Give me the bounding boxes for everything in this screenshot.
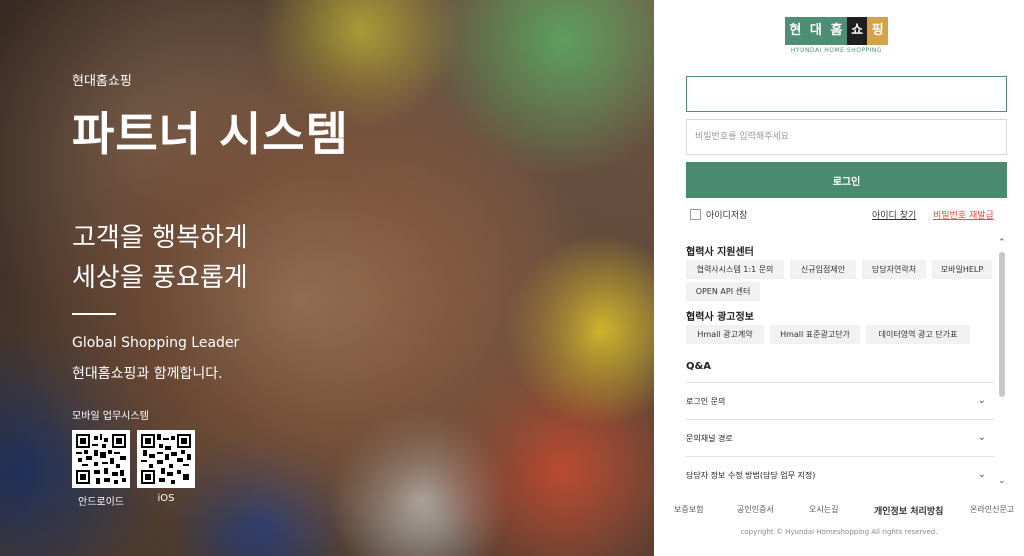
hero-background: 현대홈쇼핑 파트너 시스템 고객을 행복하게 세상을 풍요롭게 Global S… [0,0,654,556]
slogan-line-1: 고객을 행복하게 [72,223,248,253]
faq-label: 로그인 문의 [686,397,726,406]
faq-item[interactable]: 로그인 문의 ⌄ [686,382,994,419]
logo-char-4: 쇼 [846,17,868,45]
slogan: 고객을 행복하게 세상을 풍요롭게 [72,218,248,298]
id-input[interactable] [686,76,1007,112]
copyright: copyright © Hyundai Homeshopping All rig… [740,528,938,536]
login-panel: 현 대 홈 쇼 핑 HYUNDAI HOME SHOPPING 로그인 아이디저… [654,0,1024,556]
mobile-system-label: 모바일 업무시스템 [72,411,149,422]
brand-subtitle: 현대홈쇼핑 [72,74,132,89]
hero-divider [72,313,116,315]
page-title: 파트너 시스템 [72,107,349,161]
checkbox-box[interactable] [690,209,701,220]
together-text: 현대홈쇼핑과 함께합니다. [72,366,223,382]
scrollbar-thumb[interactable] [999,252,1005,397]
chevron-down-icon: ⌄ [977,395,986,406]
password-input[interactable] [686,119,1007,155]
logo-char-2: 대 [805,17,827,45]
find-id-link[interactable]: 아이디 찾기 [872,208,916,221]
chevron-down-icon: ⌄ [977,469,986,480]
footer-link-certificate[interactable]: 공인인증서 [737,504,774,515]
chip-mobile-help[interactable]: 모바일HELP [932,260,992,279]
logo-subtitle: HYUNDAI HOME SHOPPING [790,47,883,54]
faq-label: 문의채널 경로 [686,434,733,443]
help-scroll-area[interactable]: 협력사 지원센터 협력사시스템 1:1 문의 신규입점제안 담당자연락처 모바일… [686,236,1008,488]
qr-ios-icon [141,434,191,484]
chip-data-area-ad-rate[interactable]: 데이터영역 광고 단가표 [866,325,970,344]
logo-char-1: 현 [785,17,806,45]
qa-title: Q&A [686,361,711,372]
chip-hmall-ad-rate[interactable]: Hmall 표준광고단가 [770,325,860,344]
qr-ios-label: iOS [157,493,175,504]
leader-text: Global Shopping Leader [72,335,240,351]
qr-code-android[interactable] [72,430,130,488]
vertical-scrollbar[interactable]: ⌃ ⌄ [998,238,1006,490]
save-id-checkbox[interactable]: 아이디저장 [690,208,747,221]
chevron-up-icon[interactable]: ⌃ [998,238,1006,248]
footer-link-surety-insurance[interactable]: 보증보험 [674,504,703,515]
chip-new-entry-proposal[interactable]: 신규입점제안 [790,260,856,279]
qr-code-ios[interactable] [137,430,195,488]
chip-1on1-inquiry[interactable]: 협력사시스템 1:1 문의 [686,260,784,279]
footer-link-directions[interactable]: 오시는길 [809,504,838,515]
logo-char-3: 홈 [826,17,847,45]
support-center-title: 협력사 지원센터 [686,247,754,258]
faq-label: 담당자 정보 수정 방법(담당 업무 지정) [686,471,816,480]
chip-contact-list[interactable]: 담당자연락처 [862,260,926,279]
chevron-down-icon: ⌄ [977,432,986,443]
faq-item[interactable]: 담당자 정보 수정 방법(담당 업무 지정) ⌄ [686,456,994,488]
chip-open-api[interactable]: OPEN API 센터 [686,282,760,301]
logo-char-5: 핑 [867,17,888,45]
brand-logo[interactable]: 현 대 홈 쇼 핑 [785,17,888,45]
chip-hmall-ad-contract[interactable]: Hmall 광고계약 [686,325,764,344]
save-id-label: 아이디저장 [706,211,748,221]
login-button[interactable]: 로그인 [686,162,1007,198]
reset-password-link[interactable]: 비밀번호 재발급 [933,208,994,221]
qr-android-label: 안드로이드 [78,497,124,508]
footer-link-online-petition[interactable]: 온라인신문고 [970,504,1014,515]
footer-link-privacy-policy[interactable]: 개인정보 처리방침 [874,504,943,517]
chevron-down-icon[interactable]: ⌄ [998,476,1006,486]
qr-android-icon [76,434,126,484]
slogan-line-2: 세상을 풍요롭게 [72,263,248,293]
faq-item[interactable]: 문의채널 경로 ⌄ [686,419,994,456]
ad-info-title: 협력사 광고정보 [686,312,754,323]
